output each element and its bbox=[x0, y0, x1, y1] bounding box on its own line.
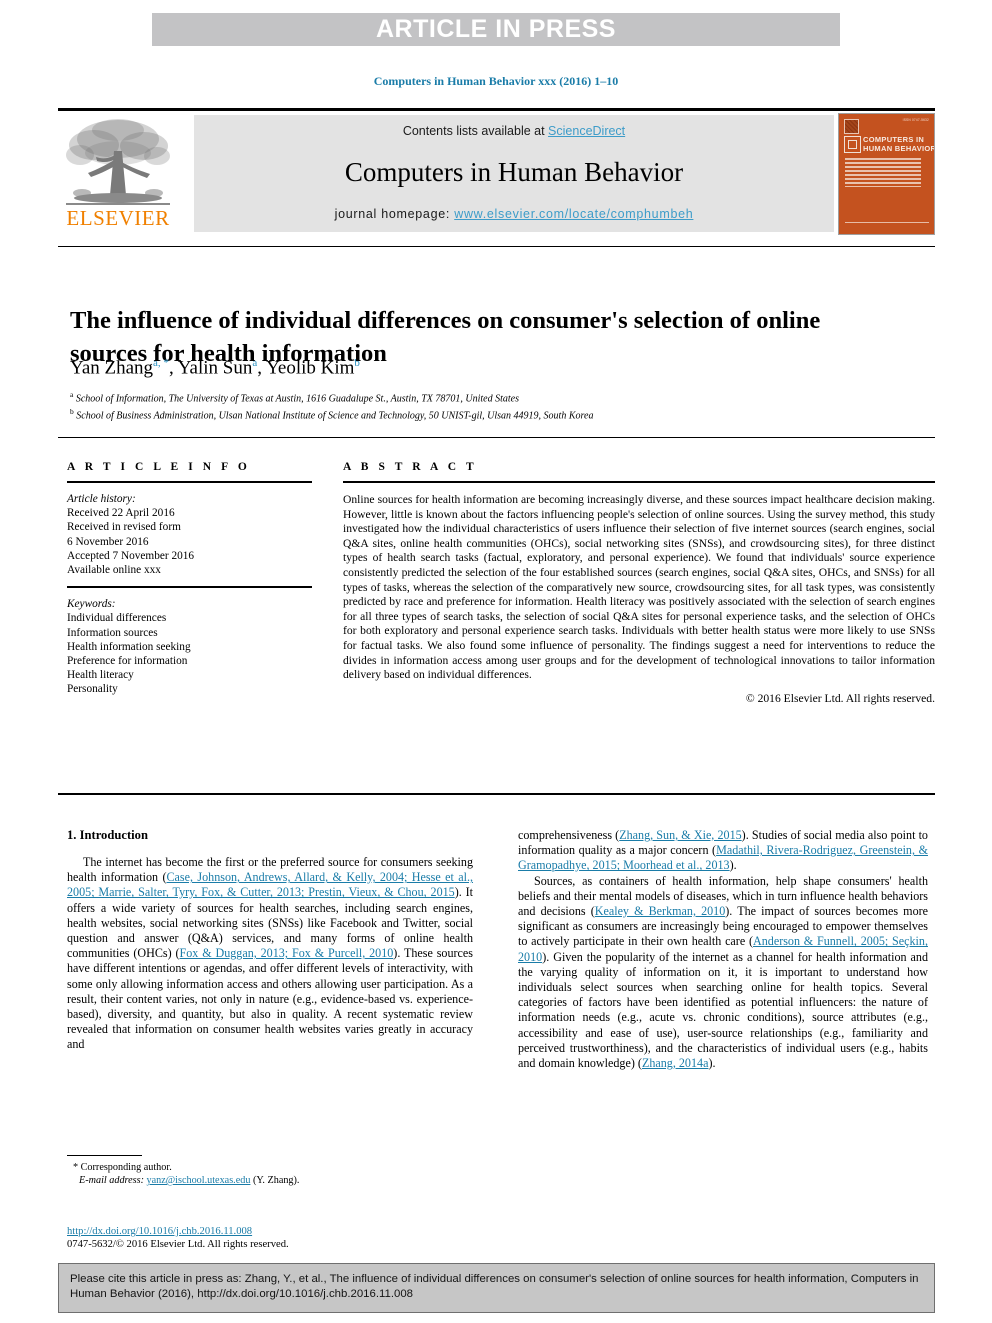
doi-link[interactable]: http://dx.doi.org/10.1016/j.chb.2016.11.… bbox=[67, 1226, 252, 1237]
journal-title: Computers in Human Behavior bbox=[344, 157, 684, 187]
running-head: Computers in Human Behavior xxx (2016) 1… bbox=[373, 74, 619, 88]
sciencedirect-link[interactable]: ScienceDirect bbox=[548, 124, 625, 138]
abstract-column: A B S T R A C T Online sources for healt… bbox=[343, 461, 935, 705]
journal-masthead: ELSEVIER Contents lists available at Sci… bbox=[58, 108, 935, 237]
body-column-right: comprehensiveness (Zhang, Sun, & Xie, 20… bbox=[518, 828, 928, 1071]
abstract-copyright: © 2016 Elsevier Ltd. All rights reserved… bbox=[745, 691, 935, 705]
affiliation-b-text: School of Business Administration, Ulsan… bbox=[76, 410, 594, 422]
article-history-label: Article history: bbox=[67, 493, 136, 505]
section-heading-introduction: 1. Introduction bbox=[67, 828, 148, 842]
author-marks-3: b bbox=[354, 357, 360, 369]
contents-lists-prefix: Contents lists available at bbox=[402, 124, 549, 138]
email-note: E-mail address: yanz@ischool.utexas.edu … bbox=[67, 1174, 473, 1187]
cover-title-line-1: COMPUTERS IN bbox=[863, 135, 925, 144]
author-list: Yan Zhanga, *, Yalin Suna, Yeolib Kimb bbox=[70, 357, 360, 379]
issn-copyright: 0747-5632/© 2016 Elsevier Ltd. All right… bbox=[67, 1239, 289, 1251]
footnote-block: * Corresponding author. E-mail address: … bbox=[67, 1155, 473, 1187]
journal-cover-thumbnail: ISSN 0747-5632 COMPUTERS IN HUMAN BEHAVI… bbox=[838, 113, 935, 235]
citation-link[interactable]: Zhang, Sun, & Xie, 2015 bbox=[619, 828, 741, 842]
journal-cover-artwork: ISSN 0747-5632 COMPUTERS IN HUMAN BEHAVI… bbox=[839, 114, 934, 234]
email-label: E-mail address: bbox=[79, 1175, 144, 1186]
author-name-1: Yan Zhang bbox=[70, 357, 154, 379]
paragraph-text: ). These sources have different intentio… bbox=[67, 946, 473, 1052]
abstract-panel-top-rule bbox=[58, 437, 935, 438]
corresponding-author-note: * Corresponding author. bbox=[67, 1161, 473, 1174]
journal-info-box: Contents lists available at ScienceDirec… bbox=[194, 115, 834, 232]
author-name-3: Yeolib Kim bbox=[266, 357, 355, 379]
affiliation-a-mark: a bbox=[70, 390, 74, 399]
affiliation-a-text: School of Information, The University of… bbox=[75, 393, 519, 405]
abstract-panel-bottom-rule bbox=[58, 793, 935, 795]
keywords-label: Keywords: bbox=[67, 598, 116, 611]
article-info-column: A R T I C L E I N F O Article history: R… bbox=[67, 461, 312, 697]
author-marks-1: a, * bbox=[153, 357, 169, 369]
paragraph-intro-1: The internet has become the first or the… bbox=[67, 855, 473, 1053]
keyword-item: Health literacy bbox=[67, 669, 134, 682]
abstract-body: Online sources for health information ar… bbox=[343, 493, 935, 682]
journal-homepage-prefix: journal homepage: bbox=[334, 207, 455, 221]
paragraph-text: ). Given the popularity of the internet … bbox=[518, 949, 928, 1071]
title-divider bbox=[58, 246, 935, 247]
affiliation-b-mark: b bbox=[70, 406, 74, 416]
email-link[interactable]: yanz@ischool.utexas.edu bbox=[147, 1175, 251, 1186]
elsevier-tree-icon bbox=[66, 119, 170, 205]
paragraph-text: comprehensiveness ( bbox=[518, 828, 620, 842]
paragraph-text: ). bbox=[729, 858, 737, 873]
keyword-item: Individual differences bbox=[67, 612, 167, 625]
footnote-rule bbox=[67, 1155, 142, 1156]
author-marks-2: a bbox=[252, 357, 258, 369]
citation-link[interactable]: Kealey & Berkman, 2010 bbox=[595, 904, 726, 918]
paragraph-text: ). bbox=[708, 1056, 716, 1071]
citation-footer-text: Please cite this article in press as: Zh… bbox=[70, 1273, 919, 1300]
body-column-left: 1. Introduction The internet has become … bbox=[67, 828, 473, 1053]
article-history-item: Received 22 April 2016 bbox=[67, 507, 175, 520]
citation-link[interactable]: Fox & Duggan, 2013; Fox & Purcell, 2010 bbox=[180, 946, 394, 960]
affiliation-a: a School of Information, The University … bbox=[70, 389, 890, 406]
contents-lists-line: Contents lists available at ScienceDirec… bbox=[403, 124, 625, 138]
corresponding-author-text: Corresponding author. bbox=[80, 1162, 172, 1173]
citation-link[interactable]: Zhang, 2014a bbox=[642, 1056, 709, 1070]
email-suffix: (Y. Zhang). bbox=[252, 1175, 300, 1186]
keyword-item: Preference for information bbox=[67, 655, 188, 668]
keyword-item: Personality bbox=[67, 683, 118, 696]
article-info-heading-rule bbox=[67, 481, 312, 483]
affiliation-b: b School of Business Administration, Uls… bbox=[70, 406, 890, 423]
article-history-item: Available online xxx bbox=[67, 564, 161, 577]
cover-bottom-rule bbox=[845, 222, 929, 223]
cover-elsevier-tree-icon bbox=[844, 119, 859, 134]
article-history-item: Received in revised form bbox=[67, 521, 181, 534]
article-in-press-banner: ARTICLE IN PRESS bbox=[152, 13, 840, 46]
journal-homepage-line: journal homepage: www.elsevier.com/locat… bbox=[335, 207, 694, 221]
cover-text-lines bbox=[845, 158, 921, 190]
article-history-item: Accepted 7 November 2016 bbox=[67, 549, 195, 562]
keywords-block: Keywords: Individual differences Informa… bbox=[67, 597, 312, 696]
paragraph-intro-1-continued: comprehensiveness (Zhang, Sun, & Xie, 20… bbox=[518, 828, 928, 874]
article-in-press-label: ARTICLE IN PRESS bbox=[376, 15, 616, 43]
paragraph-intro-2: Sources, as containers of health informa… bbox=[518, 874, 928, 1072]
keyword-item: Information sources bbox=[67, 626, 158, 639]
article-history-block: Article history: Received 22 April 2016 … bbox=[67, 492, 312, 577]
keyword-item: Health information seeking bbox=[67, 640, 191, 653]
elsevier-logo: ELSEVIER bbox=[58, 115, 178, 233]
author-name-2: Yalin Sun bbox=[177, 357, 253, 379]
affiliation-list: a School of Information, The University … bbox=[70, 389, 890, 423]
abstract-heading-rule bbox=[343, 481, 935, 483]
corresponding-author-marker: * bbox=[73, 1162, 79, 1173]
cover-title-line-2: HUMAN BEHAVIOR bbox=[863, 144, 935, 153]
abstract-heading: A B S T R A C T bbox=[343, 461, 478, 473]
article-info-heading: A R T I C L E I N F O bbox=[67, 461, 251, 473]
doi-block: http://dx.doi.org/10.1016/j.chb.2016.11.… bbox=[67, 1225, 487, 1252]
cover-issn-label: ISSN 0747-5632 bbox=[902, 118, 929, 122]
article-info-divider bbox=[67, 586, 312, 589]
elsevier-wordmark: ELSEVIER bbox=[66, 206, 170, 230]
article-history-item: 6 November 2016 bbox=[67, 535, 149, 548]
citation-footer-box: Please cite this article in press as: Zh… bbox=[58, 1263, 935, 1313]
journal-homepage-link[interactable]: www.elsevier.com/locate/comphumbeh bbox=[454, 207, 693, 221]
cover-square-glyph-icon bbox=[844, 136, 861, 153]
